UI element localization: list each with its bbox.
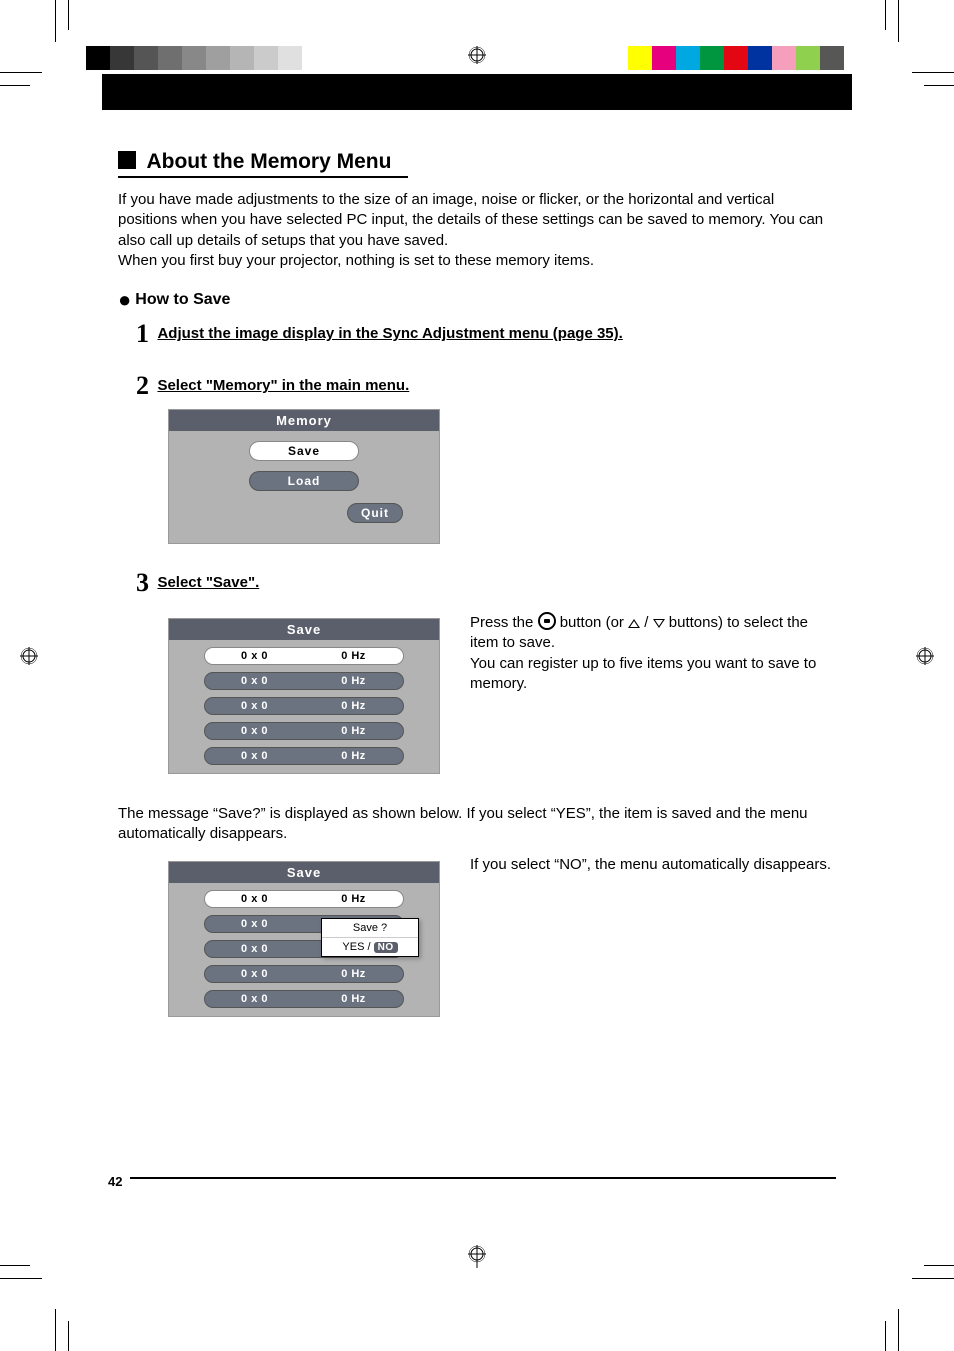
menu-item-quit[interactable]: Quit xyxy=(347,503,403,523)
message-text: The message “Save?” is displayed as show… xyxy=(118,804,836,845)
down-triangle-icon xyxy=(653,619,665,628)
save-slot-row[interactable]: 0 x 0 0 Hz xyxy=(204,990,404,1008)
bullet-icon: ● xyxy=(118,287,131,312)
save-slot-row[interactable]: 0 x 0 0 Hz xyxy=(204,890,404,908)
save-menu-panel-confirm: Save 0 x 0 0 Hz 0 x 0 0 Hz 0 x 0 0 Hz 0 … xyxy=(168,861,440,1017)
step-side-text: Press the button (or / buttons) to selec… xyxy=(470,608,836,694)
save-slot-row[interactable]: 0 x 0 0 Hz xyxy=(204,697,404,715)
square-bullet-icon xyxy=(118,151,136,169)
memory-menu-panel: Memory Save Load Quit xyxy=(168,409,440,544)
popup-yes[interactable]: YES xyxy=(342,941,364,953)
save-slot-row[interactable]: 0 x 0 0 Hz xyxy=(204,672,404,690)
menu-title: Save xyxy=(169,619,439,640)
greyscale-bar xyxy=(86,46,326,70)
registration-mark-icon xyxy=(468,46,486,64)
header-band xyxy=(102,74,852,110)
section-title: About the Memory Menu xyxy=(146,150,391,174)
popup-title: Save ? xyxy=(322,919,418,938)
save-slot-row[interactable]: 0 x 0 0 Hz xyxy=(204,965,404,983)
step-number: 3 xyxy=(136,568,149,598)
menu-item-save[interactable]: Save xyxy=(249,441,359,461)
save-slot-row[interactable]: 0 x 0 0 Hz xyxy=(204,747,404,765)
step-text: Adjust the image display in the Sync Adj… xyxy=(157,325,622,342)
step-text: Select "Memory" in the main menu. xyxy=(157,377,409,394)
step-number: 1 xyxy=(136,319,149,349)
menu-item-load[interactable]: Load xyxy=(249,471,359,491)
sub-heading: ●How to Save xyxy=(118,287,836,313)
menu-title: Memory xyxy=(169,410,439,431)
confirm-side-text: If you select “NO”, the menu automatical… xyxy=(470,851,836,875)
registration-mark-icon xyxy=(20,647,38,665)
step-text: Select "Save". xyxy=(157,574,259,591)
color-bar xyxy=(604,46,844,70)
intro-paragraph: If you have made adjustments to the size… xyxy=(118,190,836,251)
up-triangle-icon xyxy=(628,619,640,628)
registration-mark-icon xyxy=(916,647,934,665)
popup-no[interactable]: NO xyxy=(374,942,398,953)
save-menu-panel: Save 0 x 0 0 Hz 0 x 0 0 Hz 0 x 0 0 Hz 0 … xyxy=(168,618,440,774)
save-confirm-popup: Save ? YES / NO xyxy=(321,918,419,957)
save-slot-row[interactable]: 0 x 0 0 Hz xyxy=(204,647,404,665)
enter-button-icon xyxy=(538,612,556,630)
save-slot-row[interactable]: 0 x 0 0 Hz xyxy=(204,722,404,740)
intro-paragraph-2: When you first buy your projector, nothi… xyxy=(118,251,836,271)
menu-title: Save xyxy=(169,862,439,883)
step-number: 2 xyxy=(136,371,149,401)
page-number: 42 xyxy=(108,1174,122,1189)
